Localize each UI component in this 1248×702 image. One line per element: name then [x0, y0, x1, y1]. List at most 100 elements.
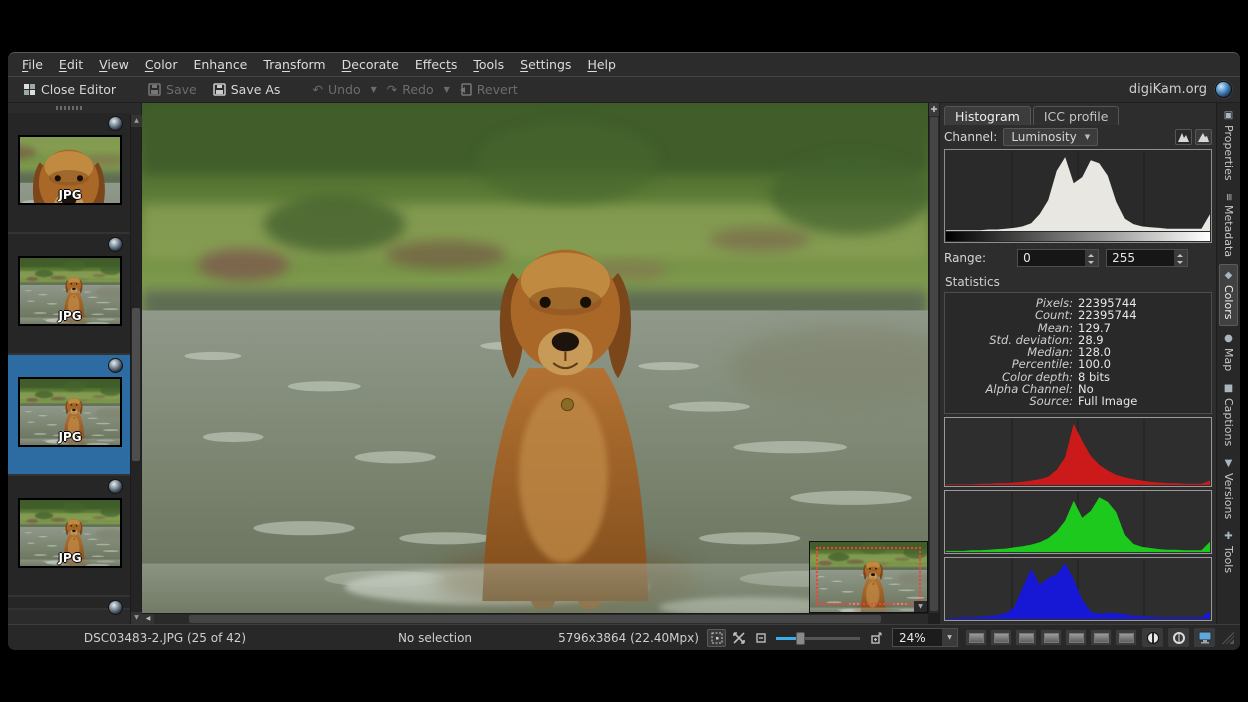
scroll-down-icon[interactable]: ▼: [131, 612, 142, 624]
undo-button[interactable]: ↶ Undo: [305, 80, 367, 99]
menu-transform[interactable]: Transform: [255, 55, 333, 74]
horizontal-scroll-thumb[interactable]: [189, 615, 881, 623]
captions-icon: ■: [1223, 383, 1234, 394]
sidebar-tab-label: Versions: [1222, 473, 1235, 519]
menu-edit[interactable]: Edit: [51, 55, 91, 74]
sidebar-grip-handle[interactable]: [8, 103, 130, 113]
spinbox-arrows-icon[interactable]: [1174, 250, 1187, 266]
redo-history-arrow[interactable]: ▼: [443, 85, 451, 94]
menu-enhance[interactable]: Enhance: [185, 55, 255, 74]
menu-view[interactable]: View: [91, 55, 137, 74]
preview-thumb-icon: [1069, 633, 1084, 643]
preview-mode-button[interactable]: [1015, 629, 1037, 646]
digikam-brand-label: digiKam.org: [1129, 82, 1207, 97]
pan-tool-icon[interactable]: ✚: [929, 103, 939, 116]
underexposure-indicator-button[interactable]: [1142, 628, 1163, 647]
zoom-slider[interactable]: [776, 629, 860, 647]
revert-button[interactable]: Revert: [453, 80, 525, 99]
thumbnail-item[interactable]: JPG: [8, 113, 130, 234]
menu-decorate[interactable]: Decorate: [334, 55, 407, 74]
thumbnail-image: JPG: [18, 377, 122, 447]
sidebar-tab-colors[interactable]: ◆Colors: [1219, 264, 1238, 325]
range-max-spinbox[interactable]: 255: [1106, 249, 1188, 267]
menu-settings[interactable]: Settings: [512, 55, 579, 74]
preview-mode-button[interactable]: [1040, 629, 1062, 646]
photo-view[interactable]: [142, 103, 928, 613]
geolocation-icon: [108, 116, 123, 131]
canvas-vertical-scrollbar[interactable]: ✚: [928, 103, 939, 613]
overexposure-indicator-button[interactable]: [1168, 628, 1189, 647]
undo-label: Undo: [328, 82, 361, 97]
undo-history-arrow[interactable]: ▼: [370, 85, 378, 94]
sidebar-scrollbar[interactable]: ▲ ▼: [130, 115, 141, 624]
canvas-horizontal-scrollbar[interactable]: ◀: [142, 613, 928, 624]
channel-select[interactable]: Luminosity ▼: [1003, 128, 1098, 146]
preview-mode-button[interactable]: [990, 629, 1012, 646]
preview-mode-button[interactable]: [1065, 629, 1087, 646]
redo-button[interactable]: ↷ Redo: [380, 80, 441, 99]
geolocation-icon: [108, 600, 123, 615]
menu-effects[interactable]: Effects: [407, 55, 466, 74]
thumbnail-item[interactable]: JPG: [8, 355, 130, 476]
menu-help[interactable]: Help: [579, 55, 624, 74]
zoom-in-icon[interactable]: [866, 629, 885, 647]
preview-mode-button[interactable]: [1090, 629, 1112, 646]
toolbar: Close Editor Save Save As ↶ Undo ▼ ↷ Red…: [8, 77, 1240, 103]
fit-selection-button[interactable]: [729, 629, 748, 647]
pan-visible-region-rect[interactable]: [816, 547, 921, 605]
color-managed-view-button[interactable]: [1194, 628, 1215, 647]
editor-canvas[interactable]: ✚ ◀ ▼: [142, 103, 939, 624]
format-badge: JPG: [20, 551, 120, 565]
sidebar-tab-versions[interactable]: ▼Versions: [1220, 453, 1237, 524]
sidebar-scroll-thumb[interactable]: [132, 308, 140, 461]
chevron-down-icon[interactable]: ▼: [942, 629, 957, 646]
preview-thumb-icon: [1119, 633, 1134, 643]
preview-thumb-icon: [969, 633, 984, 643]
scroll-up-icon[interactable]: ▲: [131, 115, 142, 127]
sidebar-tab-tools[interactable]: ✚Tools: [1220, 526, 1237, 578]
histogram-gradient-bar: [946, 232, 1210, 241]
menu-color[interactable]: Color: [137, 55, 186, 74]
thumbnail-item[interactable]: JPG: [8, 476, 130, 597]
sidebar-tab-properties[interactable]: ▣Properties: [1220, 105, 1237, 186]
sidebar-tab-captions[interactable]: ■ Captions: [1220, 378, 1237, 451]
colors-panel: Histogram ICC profile Channel: Luminosit…: [939, 103, 1216, 624]
sidebar-tab-label: Properties: [1222, 125, 1235, 181]
sidebar-tab-label: Captions: [1222, 398, 1235, 446]
menu-tools[interactable]: Tools: [465, 55, 512, 74]
save-as-button[interactable]: Save As: [206, 80, 288, 99]
linear-scale-button[interactable]: [1175, 129, 1192, 145]
log-scale-button[interactable]: [1195, 129, 1212, 145]
spinbox-arrows-icon[interactable]: [1085, 250, 1098, 266]
thumbnail-item[interactable]: [8, 597, 130, 610]
sidebar-tab-map[interactable]: ●Map: [1220, 328, 1237, 376]
range-min-spinbox[interactable]: 0: [1017, 249, 1099, 267]
zoom-percent-combo[interactable]: 24% ▼: [892, 628, 958, 647]
colors-panel-tabs: Histogram ICC profile: [944, 103, 1212, 125]
tab-icc-profile[interactable]: ICC profile: [1033, 106, 1120, 125]
menu-file[interactable]: File: [14, 55, 51, 74]
save-as-label: Save As: [231, 82, 281, 97]
sidebar-tab-metadata[interactable]: ≡Metadata: [1220, 188, 1237, 262]
zoom-out-icon[interactable]: [751, 629, 770, 647]
resize-grip[interactable]: [1222, 632, 1234, 644]
fit-window-button[interactable]: [707, 629, 726, 647]
colors-icon: ◆: [1223, 270, 1234, 281]
pan-overview-thumbnail[interactable]: ▼: [809, 541, 928, 613]
revert-label: Revert: [477, 82, 518, 97]
preview-mode-button[interactable]: [965, 629, 987, 646]
red-channel-histogram: [944, 417, 1212, 487]
tab-histogram[interactable]: Histogram: [944, 106, 1031, 125]
preview-mode-button[interactable]: [1115, 629, 1137, 646]
vertical-scroll-thumb[interactable]: [930, 117, 938, 611]
pan-overview-toggle-icon[interactable]: ▼: [914, 601, 927, 612]
thumbnail-item[interactable]: JPG: [8, 234, 130, 355]
scroll-left-icon[interactable]: ◀: [142, 614, 154, 624]
metadata-icon: ≡: [1223, 193, 1234, 201]
close-editor-button[interactable]: Close Editor: [16, 80, 123, 99]
luminosity-histogram[interactable]: [944, 149, 1212, 243]
save-button[interactable]: Save: [141, 80, 204, 99]
zoom-slider-handle[interactable]: [796, 632, 805, 645]
preview-thumb-icon: [1044, 633, 1059, 643]
map-icon: ●: [1223, 333, 1234, 344]
